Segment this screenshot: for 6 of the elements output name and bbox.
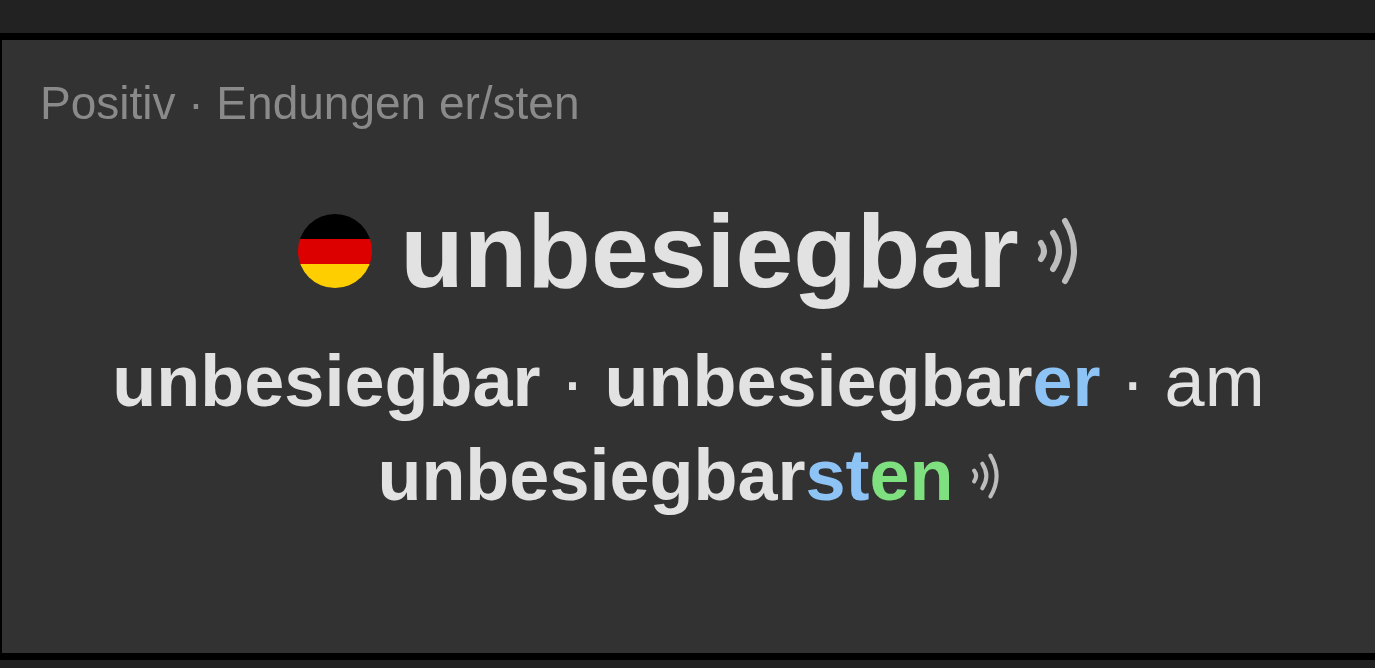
headword: unbesiegbar	[400, 191, 1019, 311]
subtitle: Positiv · Endungen er/sten	[40, 77, 580, 129]
flag-icon	[298, 214, 373, 288]
speaker-icon[interactable]	[969, 450, 1000, 501]
word-forms: unbesiegbar · unbesiegbarer · am	[112, 340, 1265, 424]
word-forms: unbesiegbarsten	[377, 434, 954, 517]
